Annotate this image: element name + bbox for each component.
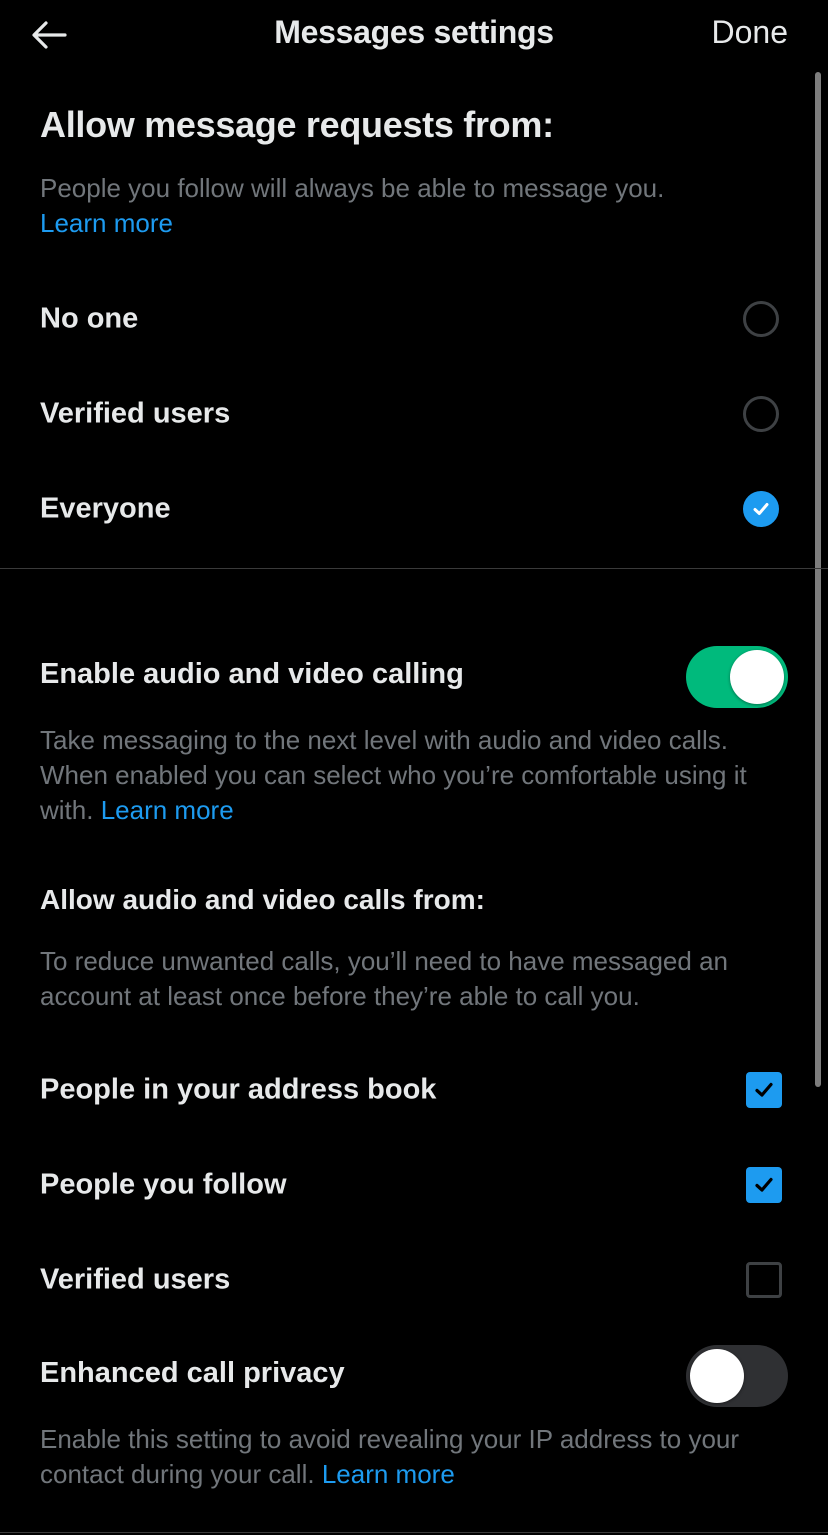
call-privacy-label: Enhanced call privacy [40,1357,345,1389]
learn-more-link[interactable]: Learn more [101,795,234,825]
page-title: Messages settings [274,14,554,50]
radio-button-selected[interactable] [743,491,779,527]
calling-label: Enable audio and video calling [40,658,464,690]
call-privacy-toggle[interactable] [686,1345,788,1407]
top-bar: Messages settings Done [0,0,828,70]
radio-option-no-one[interactable]: No one [0,274,828,364]
call-privacy-description: Enable this setting to avoid revealing y… [40,1422,780,1492]
calls-from-heading: Allow audio and video calls from: [40,884,485,915]
option-label: Everyone [40,492,171,525]
calling-description: Take messaging to the next level with au… [40,723,780,828]
learn-more-link[interactable]: Learn more [322,1459,455,1489]
message-requests-heading: Allow message requests from: [40,104,554,145]
checkmark-icon [755,1082,773,1097]
description-text: People you follow will always be able to… [40,173,665,203]
checkbox-checked[interactable] [746,1072,782,1108]
checkbox-option-address-book[interactable]: People in your address book [0,1045,828,1135]
checkmark-icon [753,503,769,515]
toggle-knob [730,650,784,704]
learn-more-link[interactable]: Learn more [40,208,173,238]
radio-option-everyone[interactable]: Everyone [0,464,828,554]
option-label: People you follow [40,1168,287,1201]
checkbox-option-people-you-follow[interactable]: People you follow [0,1140,828,1230]
option-label: No one [40,302,139,335]
toggle-knob [690,1349,744,1403]
bottom-divider [0,1532,828,1533]
scrollbar[interactable] [815,72,821,1087]
checkbox-checked[interactable] [746,1167,782,1203]
done-button[interactable]: Done [712,14,789,51]
message-requests-description: People you follow will always be able to… [40,171,780,241]
radio-button[interactable] [743,301,779,337]
radio-button[interactable] [743,396,779,432]
calling-toggle[interactable] [686,646,788,708]
radio-option-verified-users[interactable]: Verified users [0,369,828,459]
section-divider [0,568,828,569]
option-label: Verified users [40,1263,231,1296]
option-label: Verified users [40,397,231,430]
checkmark-icon [755,1177,773,1192]
calls-from-description: To reduce unwanted calls, you’ll need to… [40,946,728,1011]
checkbox-unchecked[interactable] [746,1262,782,1298]
checkbox-option-verified-users[interactable]: Verified users [0,1235,828,1325]
option-label: People in your address book [40,1073,437,1106]
